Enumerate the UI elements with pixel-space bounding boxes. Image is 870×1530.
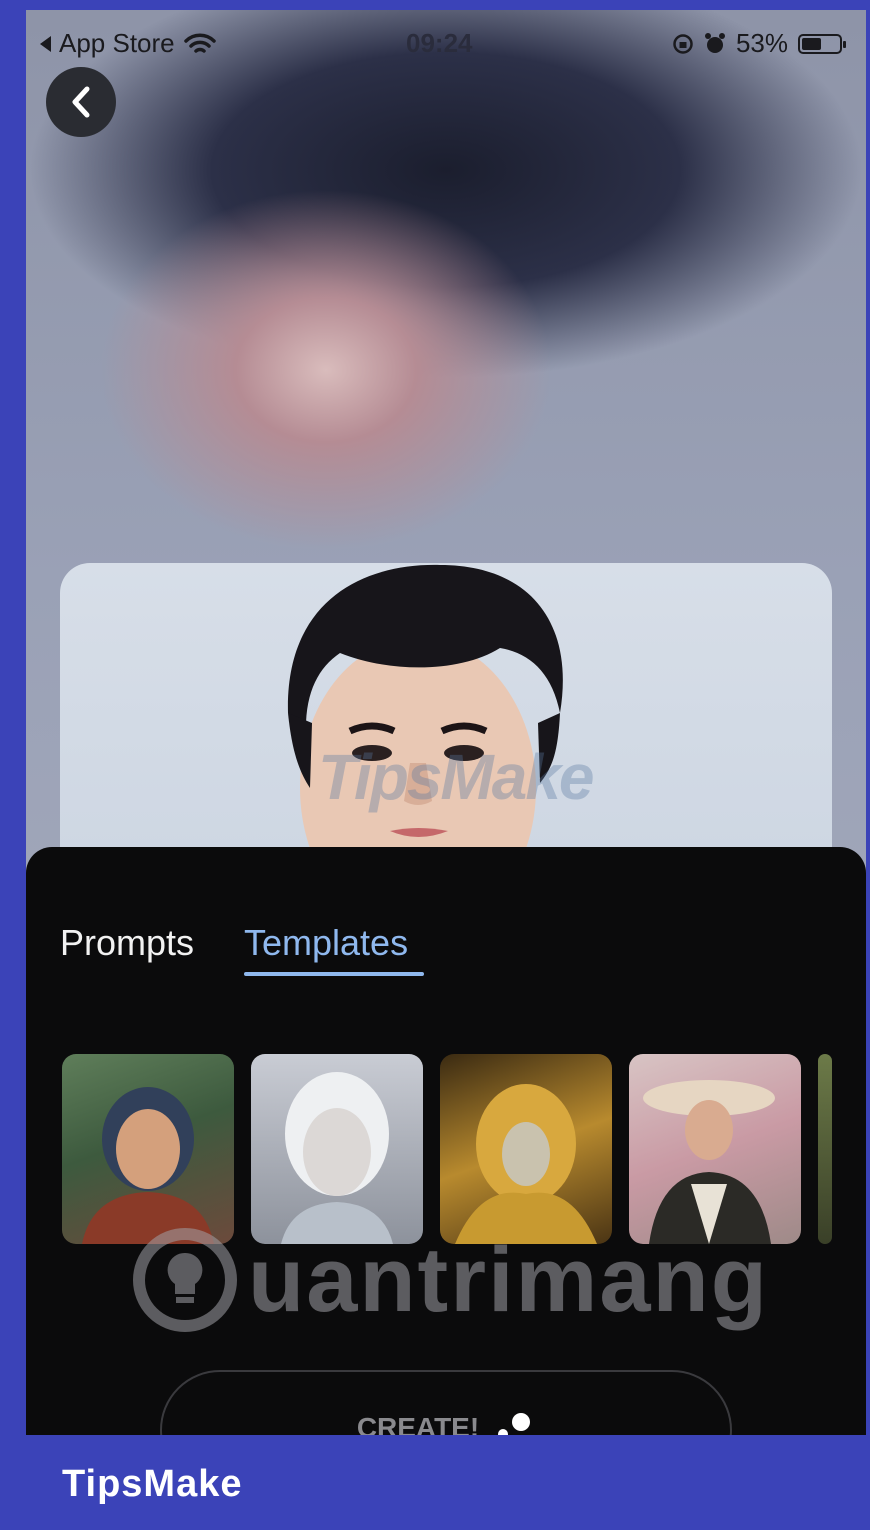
portrait-image [287, 564, 563, 893]
template-image [281, 1072, 393, 1244]
active-tab-indicator [244, 972, 424, 976]
template-image [643, 1080, 775, 1244]
template-image [82, 1087, 214, 1244]
back-button[interactable] [46, 67, 116, 137]
selected-photo [60, 563, 832, 893]
template-woman-hat[interactable] [629, 1054, 801, 1244]
create-button-label: CREATE! [356, 1412, 480, 1435]
template-partial-next[interactable] [818, 1054, 832, 1244]
phone-screen: App Store 09:24 53% TipsMake Prompts Tem… [26, 10, 866, 1435]
create-button[interactable]: CREATE! [160, 1370, 732, 1435]
bottom-sheet: Prompts Templates CREATE! [26, 847, 866, 1435]
photo-watermark: TipsMake [318, 741, 594, 813]
watermark-text: uantrimang [248, 1228, 769, 1331]
clock: 09:24 [406, 28, 473, 58]
carrier-label: App Store [59, 28, 175, 58]
template-girl-outdoor[interactable] [62, 1054, 234, 1244]
back-triangle-icon [40, 35, 51, 52]
lightbulb-icon [133, 1228, 237, 1332]
template-golden-warrior[interactable] [440, 1054, 612, 1244]
orientation-lock-icon [673, 33, 693, 54]
chevron-left-icon [72, 86, 90, 118]
template-white-android[interactable] [251, 1054, 423, 1244]
status-left[interactable]: App Store [40, 28, 217, 59]
battery-fill [802, 37, 822, 50]
battery-percent: 53% [735, 28, 788, 58]
sparkle-dots-icon [498, 1413, 531, 1435]
battery-icon [798, 33, 846, 54]
tab-prompts[interactable]: Prompts [60, 922, 194, 964]
brand-footer: TipsMake [0, 1435, 870, 1530]
brand-name: TipsMake [62, 1463, 243, 1505]
quantrimang-watermark: uantrimang [130, 1225, 769, 1335]
wifi-icon [183, 33, 216, 53]
template-image [455, 1084, 597, 1244]
status-right: 53% [672, 28, 846, 59]
tab-templates[interactable]: Templates [244, 922, 408, 964]
status-bar: App Store 09:24 53% [26, 10, 866, 74]
alarm-icon [704, 32, 725, 53]
